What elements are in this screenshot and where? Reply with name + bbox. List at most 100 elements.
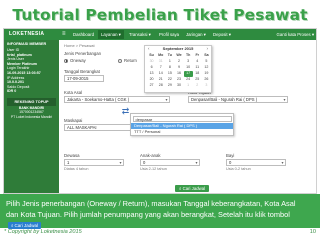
calendar-weekday: Su [149, 53, 154, 57]
instruction-banner: Pilih Jenis penerbangan (Oneway / Return… [0, 194, 320, 229]
slide-title: Tutorial Pembelian Tiket Pesawat [12, 6, 308, 24]
radio-checked-icon [64, 58, 68, 63]
calendar-day[interactable]: 9 [174, 65, 183, 71]
tanggal-label: Tanggal Berangkat [64, 69, 100, 74]
hamburger-icon[interactable]: ≡ [62, 31, 66, 37]
calendar-grid: Su Mo Tu We Th Fr Sa 30 31 1 2 3 4 5 6 7 8 9 10 11 12 13 14 15 1… [147, 53, 211, 89]
calendar-day[interactable]: 8 [165, 65, 174, 71]
tujuan-dropdown: denpasar Denpasar/Bali - Ngurah Rai ( DP… [130, 113, 234, 136]
calendar-day[interactable]: 24 [184, 77, 193, 83]
calendar-day[interactable]: 27 [147, 83, 156, 89]
maskapai-label: Maskapai [64, 118, 83, 123]
dropdown-option[interactable]: TTT / Personal [131, 129, 233, 135]
asal-label: Kota Asal [64, 90, 83, 95]
top-navbar: LOKETNESIA ≡ Dashboard Layanan ▾ Transak… [4, 29, 316, 40]
calendar-month: September 2015 [162, 46, 194, 51]
calendar-day[interactable]: 14 [156, 71, 165, 77]
calendar-day[interactable]: 22 [165, 77, 174, 83]
chevron-down-icon: ▾ [281, 160, 284, 165]
calendar-day[interactable]: 31 [156, 59, 165, 65]
calendar-weekday: Th [185, 53, 191, 57]
chevron-down-icon: ▾ [283, 97, 286, 102]
jenis-label: Jenis Penerbangan [64, 51, 102, 56]
calendar-day[interactable]: 23 [174, 77, 183, 83]
cari-jadwal-button[interactable]: ⌕ Cari Jadwal [175, 185, 210, 192]
calendar-day[interactable]: 30 [147, 59, 156, 65]
sidebar-header: INFORMASI MEMBER [7, 42, 47, 46]
calendar-day[interactable]: 16 [174, 71, 183, 77]
calendar-day[interactable]: 10 [184, 65, 193, 71]
sidebar: INFORMASI MEMBER User ID tirtal_platinum … [4, 40, 59, 193]
calendar-day[interactable]: 26 [202, 77, 211, 83]
calendar-day[interactable]: 5 [202, 59, 211, 65]
calendar-day[interactable]: 11 [193, 65, 202, 71]
calendar-day[interactable]: 12 [202, 65, 211, 71]
chevron-down-icon: ▾ [119, 160, 122, 165]
asal-select[interactable]: Jakarta - Soekarno-Hatta ( CGK ) ▾ [64, 96, 170, 103]
calendar-day[interactable]: 2 [174, 59, 183, 65]
sidebar-info-row: Saldo Deposit IDR 0 [7, 84, 30, 94]
calendar-day[interactable]: 1 [165, 59, 174, 65]
search-icon: ⌕ [11, 222, 14, 228]
chevron-down-icon: ▾ [165, 97, 168, 102]
anak-select[interactable]: 0 ▾ [140, 159, 200, 166]
chevron-down-icon: ▾ [195, 160, 198, 165]
tanggal-input[interactable]: 17-09-2015 [64, 75, 104, 82]
calendar-day[interactable]: 20 [147, 77, 156, 83]
calendar-day[interactable]: 3 [184, 59, 193, 65]
calendar-weekday: We [176, 53, 182, 57]
calendar-day[interactable]: 4 [193, 59, 202, 65]
calendar-day[interactable]: 25 [193, 77, 202, 83]
calendar-day[interactable]: 6 [147, 65, 156, 71]
calendar-day[interactable]: 28 [156, 83, 165, 89]
calendar-day[interactable]: 13 [147, 71, 156, 77]
calendar-day[interactable]: 7 [156, 65, 165, 71]
calendar-day[interactable]: 1 [184, 83, 193, 89]
bayi-hint: Usia 0-2 tahun [226, 167, 251, 171]
radio-unchecked-icon [118, 58, 122, 63]
nav-dashboard[interactable]: Dashboard [70, 30, 97, 39]
sidebar-info-row: IP Address 10.0.0.201 [7, 75, 25, 85]
nav-deposit[interactable]: Deposit ▾ [210, 30, 234, 39]
sidebar-info-row: Login Terakhir 16-09-2015 13:03:57 [7, 66, 41, 75]
cari-jadwal-illustration: ⌕Cari Jadwal [8, 221, 42, 229]
return-radio[interactable]: Return [118, 58, 137, 63]
instruction-text: Pilih Jenis penerbangan (Oneway / Return… [6, 199, 296, 229]
oneway-radio[interactable]: Oneway [64, 58, 86, 63]
calendar-day[interactable]: 3 [202, 83, 211, 89]
calendar-day[interactable]: 15 [165, 71, 174, 77]
calendar-day[interactable]: 30 [174, 83, 183, 89]
nav-profil[interactable]: Profil saya [156, 30, 182, 39]
nav-transaksi[interactable]: Transaksi ▾ [126, 30, 154, 39]
date-picker-calendar: September 2015 ‹ › Su Mo Tu We Th Fr Sa 30 31 1 2 3… [144, 45, 212, 93]
nav-jaringan[interactable]: Jaringan ▾ [183, 30, 209, 39]
calendar-day[interactable]: 17 [183, 71, 193, 77]
calendar-weekday: Tu [167, 53, 172, 57]
calendar-weekday: Fr [195, 53, 200, 57]
brand-logo[interactable]: LOKETNESIA [9, 31, 44, 37]
calendar-day[interactable]: 19 [202, 71, 211, 77]
chevron-left-icon[interactable]: ‹ [148, 46, 150, 52]
dewasa-label: Dewasa [64, 153, 80, 158]
bayi-select[interactable]: 0 ▾ [226, 159, 286, 166]
sidebar-info-row: User ID tirtal_platinum [7, 48, 32, 57]
copyright-text: * Copyright by Loketnesia 2015 [4, 229, 82, 235]
user-menu[interactable]: Ganti kata Proses ▾ [276, 30, 314, 39]
dropdown-search-input[interactable]: denpasar [132, 115, 232, 122]
calendar-weekday: Mo [158, 53, 164, 57]
breadcrumb: Home > Pesawat [64, 43, 95, 48]
calendar-day[interactable]: 29 [165, 83, 174, 89]
calendar-day[interactable]: 21 [156, 77, 165, 83]
tujuan-select[interactable]: Denpasar/Bali - Ngurah Rai ( DPS ) ▾ [188, 96, 288, 103]
calendar-day[interactable]: 18 [193, 71, 202, 77]
rekening-topup-button[interactable]: REKENING TOPUP [7, 97, 56, 106]
bank-holder: PT Loket Indonesia Mandiri [10, 114, 53, 119]
nav-layanan[interactable]: Layanan ▾ [98, 30, 124, 39]
chevron-right-icon[interactable]: › [207, 46, 209, 52]
dewasa-hint: Diatas 4 tahun [64, 167, 89, 171]
sidebar-info-row: Jenis User Member Platinum [7, 57, 37, 66]
calendar-day[interactable]: 2 [193, 83, 202, 89]
anak-hint: Usia 2-12 tahun [140, 167, 167, 171]
dewasa-select[interactable]: 1 ▾ [64, 159, 124, 166]
bayi-label: Bayi [226, 153, 235, 158]
